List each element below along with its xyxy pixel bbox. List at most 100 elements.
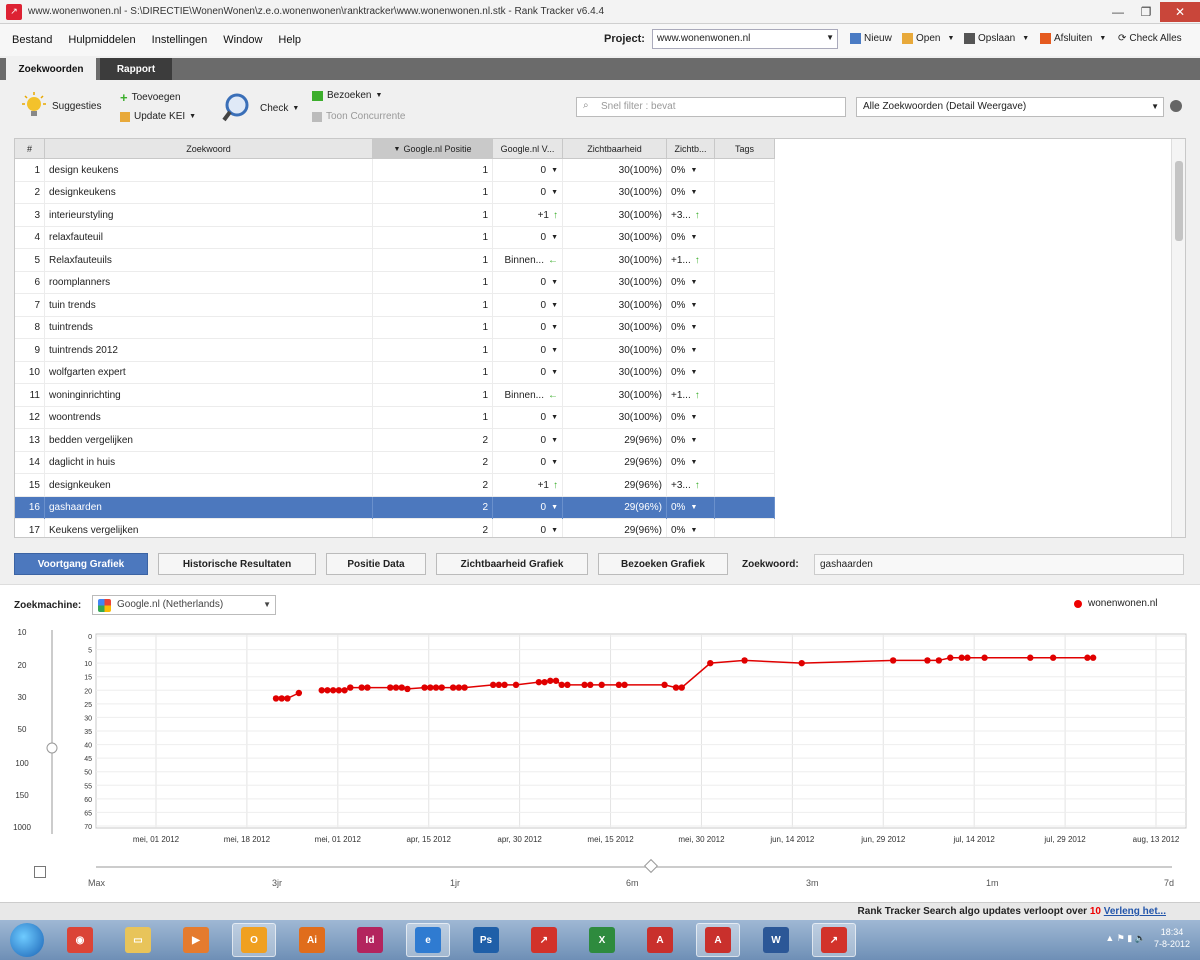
taskbar-app-word[interactable]: W <box>754 923 798 957</box>
range-label[interactable]: 6m <box>626 878 639 888</box>
taskbar-app-rank-tracker[interactable]: ↗ <box>522 923 566 957</box>
visibility-change-cell-text: 0% <box>671 164 686 176</box>
table-row[interactable]: 16 gashaarden 2 0 ▼ 29(96%) 0% ▼ <box>15 496 775 519</box>
table-row[interactable]: 8 tuintrends 1 0 ▼ 30(100%) 0% ▼ <box>15 316 775 339</box>
col-header-visibility[interactable]: Zichtbaarheid <box>563 139 667 159</box>
visibility-cell: 30(100%) <box>563 249 667 271</box>
table-row[interactable]: 14 daglicht in huis 2 0 ▼ 29(96%) 0% ▼ <box>15 451 775 474</box>
position-data-button[interactable]: Positie Data <box>326 553 426 575</box>
add-button[interactable]: + Toevoegen <box>120 90 181 105</box>
range-label[interactable]: 1jr <box>450 878 460 888</box>
progress-chart-button[interactable]: Voortgang Grafiek <box>14 553 148 575</box>
col-header-position[interactable]: ▼ Google.nl Positie <box>373 139 493 159</box>
taskbar-app-outlook[interactable]: O <box>232 923 276 957</box>
row-number: 14 <box>15 451 45 474</box>
table-row[interactable]: 11 woninginrichting 1 Binnen... ← 30(100%) +1.… <box>15 384 775 407</box>
menu-help[interactable]: Help <box>278 34 301 46</box>
table-row[interactable]: 13 bedden vergelijken 2 0 ▼ 29(96%) 0% ▼ <box>15 429 775 452</box>
col-header-tags[interactable]: Tags <box>715 139 775 159</box>
col-header-change[interactable]: Google.nl V... <box>493 139 563 159</box>
visits-chart-button[interactable]: Bezoeken Grafiek <box>598 553 728 575</box>
table-row[interactable]: 2 designkeukens 1 0 ▼ 30(100%) 0% ▼ <box>15 181 775 204</box>
taskbar-app-internet-explorer[interactable]: e <box>406 923 450 957</box>
check-button[interactable]: Check ▼ <box>222 92 299 124</box>
gear-icon[interactable] <box>1170 100 1182 112</box>
taskbar-app-indesign[interactable]: Id <box>348 923 392 957</box>
range-label[interactable]: 7d <box>1164 878 1174 888</box>
close-window-button[interactable]: ✕ <box>1160 1 1200 22</box>
minimize-button[interactable]: — <box>1104 2 1132 22</box>
show-competitors-button[interactable]: Toon Concurrente <box>312 111 406 122</box>
new-button[interactable]: Nieuw <box>850 33 892 44</box>
data-point <box>661 681 668 689</box>
range-label[interactable]: 3jr <box>272 878 282 888</box>
table-row[interactable]: 5 Relaxfauteuils 1 Binnen... ← 30(100%) +1... ↑ <box>15 249 775 272</box>
taskbar-app-media[interactable]: ▶ <box>174 923 218 957</box>
col-header-visibility-change[interactable]: Zichtb... <box>667 139 715 159</box>
table-row[interactable]: 6 roomplanners 1 0 ▼ 30(100%) 0% ▼ <box>15 271 775 294</box>
taskbar-app-reader[interactable]: A <box>696 923 740 957</box>
keyword-field[interactable]: gashaarden <box>814 554 1184 575</box>
range-label[interactable]: 3m <box>806 878 819 888</box>
position-cell: 1 <box>373 159 493 181</box>
table-row[interactable]: 7 tuin trends 1 0 ▼ 30(100%) 0% ▼ <box>15 294 775 317</box>
visibility-change-cell: 0% ▼ <box>667 406 715 429</box>
start-button[interactable] <box>10 923 44 957</box>
extend-link[interactable]: Verleng het... <box>1104 906 1166 917</box>
close-project-button[interactable]: Afsluiten ▼ <box>1040 33 1106 44</box>
table-row[interactable]: 4 relaxfauteuil 1 0 ▼ 30(100%) 0% ▼ <box>15 226 775 249</box>
search-engine-select[interactable]: Google.nl (Netherlands) ▼ <box>92 595 276 615</box>
data-point <box>558 681 565 689</box>
col-header-keyword[interactable]: Zoekwoord <box>45 139 373 159</box>
chevron-down-icon: ▼ <box>263 600 271 609</box>
col-header-number[interactable]: # <box>15 139 45 159</box>
table-scrollbar[interactable] <box>1171 139 1185 537</box>
table-row[interactable]: 9 tuintrends 2012 1 0 ▼ 30(100%) 0% ▼ <box>15 339 775 362</box>
suggestions-button[interactable]: Suggesties <box>20 92 101 120</box>
table-row[interactable]: 3 interieurstyling 1 +1 ↑ 30(100%) +3... ↑ <box>15 204 775 227</box>
menu-hulpmiddelen[interactable]: Hulpmiddelen <box>68 34 135 46</box>
app-icon: ▶ <box>183 927 209 953</box>
time-range-slider[interactable] <box>96 866 1172 868</box>
taskbar-app-rank-tracker[interactable]: ↗ <box>812 923 856 957</box>
maximize-button[interactable]: ❐ <box>1132 2 1160 22</box>
menu-window[interactable]: Window <box>223 34 262 46</box>
range-label[interactable]: 1m <box>986 878 999 888</box>
table-row[interactable]: 10 wolfgarten expert 1 0 ▼ 30(100%) 0% ▼ <box>15 361 775 384</box>
taskbar-app-acrobat[interactable]: A <box>638 923 682 957</box>
project-select[interactable]: www.wonenwonen.nl ▼ <box>652 29 838 49</box>
competitors-icon <box>312 111 322 122</box>
taskbar-app-explorer[interactable]: ▭ <box>116 923 160 957</box>
view-select[interactable]: Alle Zoekwoorden (Detail Weergave) ▼ <box>856 97 1164 117</box>
table-row[interactable]: 12 woontrends 1 0 ▼ 30(100%) 0% ▼ <box>15 406 775 429</box>
quick-filter-input[interactable]: ⌕ Snel filter : bevat <box>576 97 846 117</box>
open-button[interactable]: Open ▼ <box>902 33 954 44</box>
table-row[interactable]: 15 designkeuken 2 +1 ↑ 29(96%) +3... ↑ <box>15 474 775 497</box>
taskbar-app-photoshop[interactable]: Ps <box>464 923 508 957</box>
change-cell-text: 0 <box>540 322 547 333</box>
historical-results-button[interactable]: Historische Resultaten <box>158 553 316 575</box>
visibility-cell: 29(96%) <box>563 429 667 451</box>
visits-button[interactable]: Bezoeken ▼ <box>312 90 382 101</box>
check-all-button[interactable]: ⟳ Check Alles <box>1118 33 1182 44</box>
tab-zoekwoorden[interactable]: Zoekwoorden <box>6 58 96 80</box>
tab-rapport[interactable]: Rapport <box>100 58 172 80</box>
table-row[interactable]: 17 Keukens vergelijken 2 0 ▼ 29(96%) 0% ▼ <box>15 519 775 537</box>
expand-icon[interactable] <box>34 866 46 878</box>
taskbar-app-excel[interactable]: X <box>580 923 624 957</box>
table-row[interactable]: 1 design keukens 1 0 ▼ 30(100%) 0% ▼ <box>15 159 775 182</box>
scrollbar-thumb[interactable] <box>1175 161 1183 241</box>
menu-instellingen[interactable]: Instellingen <box>152 34 208 46</box>
visibility-change-cell-text: 0% <box>671 344 686 356</box>
tags-cell <box>715 451 775 474</box>
visibility-chart-button[interactable]: Zichtbaarheid Grafiek <box>436 553 588 575</box>
range-label[interactable]: Max <box>88 878 105 888</box>
taskbar-app-chrome[interactable]: ◉ <box>58 923 102 957</box>
tags-cell <box>715 271 775 294</box>
save-button[interactable]: Opslaan ▼ <box>964 33 1029 44</box>
taskbar-app-illustrator[interactable]: Ai <box>290 923 334 957</box>
y-tick-label: 25 <box>84 702 92 709</box>
update-kei-button[interactable]: Update KEI ▼ <box>120 111 196 122</box>
menu-bestand[interactable]: Bestand <box>12 34 52 46</box>
clock[interactable]: 18:34 7-8-2012 <box>1154 926 1190 950</box>
